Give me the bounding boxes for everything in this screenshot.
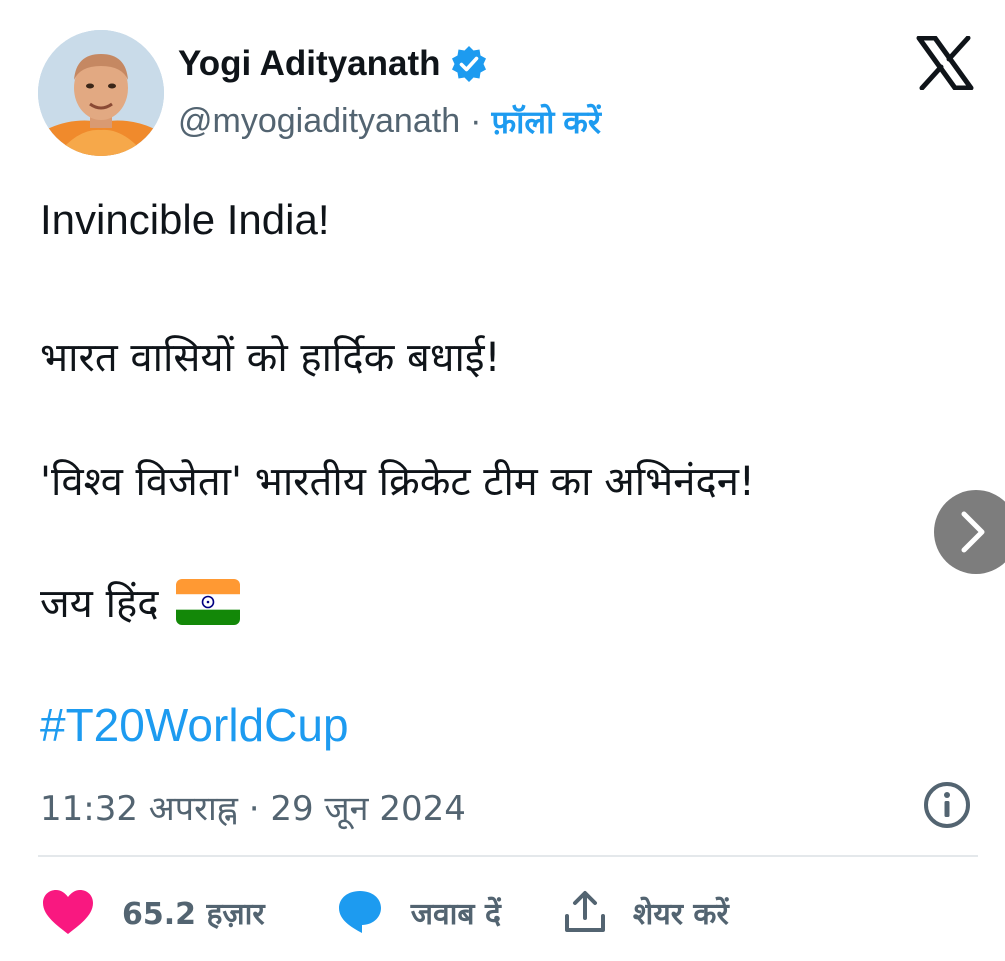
india-flag-icon [176,578,241,625]
handle-row: @myogiadityanath · फ़ॉलो करें [178,100,601,143]
tweet-timestamp[interactable]: 11:32 अपराह्न · 29 जून 2024 [40,784,466,830]
like-count: 65.2 हज़ार [122,896,265,932]
author-handle[interactable]: @myogiadityanath [178,102,460,141]
heart-icon [40,887,96,937]
author-name-text: Yogi Adityanath [178,44,441,83]
reply-label: जवाब दें [410,896,501,932]
next-tweet-button[interactable] [934,490,1005,574]
tweet-text-line-4: जय हिंद [40,574,241,629]
reply-bubble-icon [335,887,385,937]
tweet-card: Yogi Adityanath @myogiadityanath · फ़ॉलो… [0,0,1005,961]
share-button[interactable]: शेयर करें [563,888,729,936]
chevron-right-icon [961,511,985,553]
separator-dot: · [470,102,482,140]
like-button[interactable]: 65.2 हज़ार [40,887,265,937]
reply-button[interactable]: जवाब दें [335,887,501,937]
share-icon [563,888,607,936]
share-label: शेयर करें [632,896,729,932]
avatar[interactable] [38,30,164,156]
tweet-text-line-3: 'विश्व विजेता' भारतीय क्रिकेट टीम का अभि… [40,459,755,505]
action-bar: 65.2 हज़ार जवाब दें शेयर करें [40,880,729,944]
author-name[interactable]: Yogi Adityanath [178,44,489,84]
x-logo-icon[interactable] [916,36,974,90]
info-icon[interactable] [922,780,972,830]
jai-hind-text: जय हिंद [40,581,159,627]
tweet-text-line-1: Invincible India! [40,196,330,243]
follow-button[interactable]: फ़ॉलो करें [491,100,601,143]
tweet-text-line-2: भारत वासियों को हार्दिक बधाई! [40,335,501,381]
verified-badge-icon [449,44,489,84]
divider [38,855,978,857]
hashtag-link[interactable]: #T20WorldCup [40,698,349,752]
